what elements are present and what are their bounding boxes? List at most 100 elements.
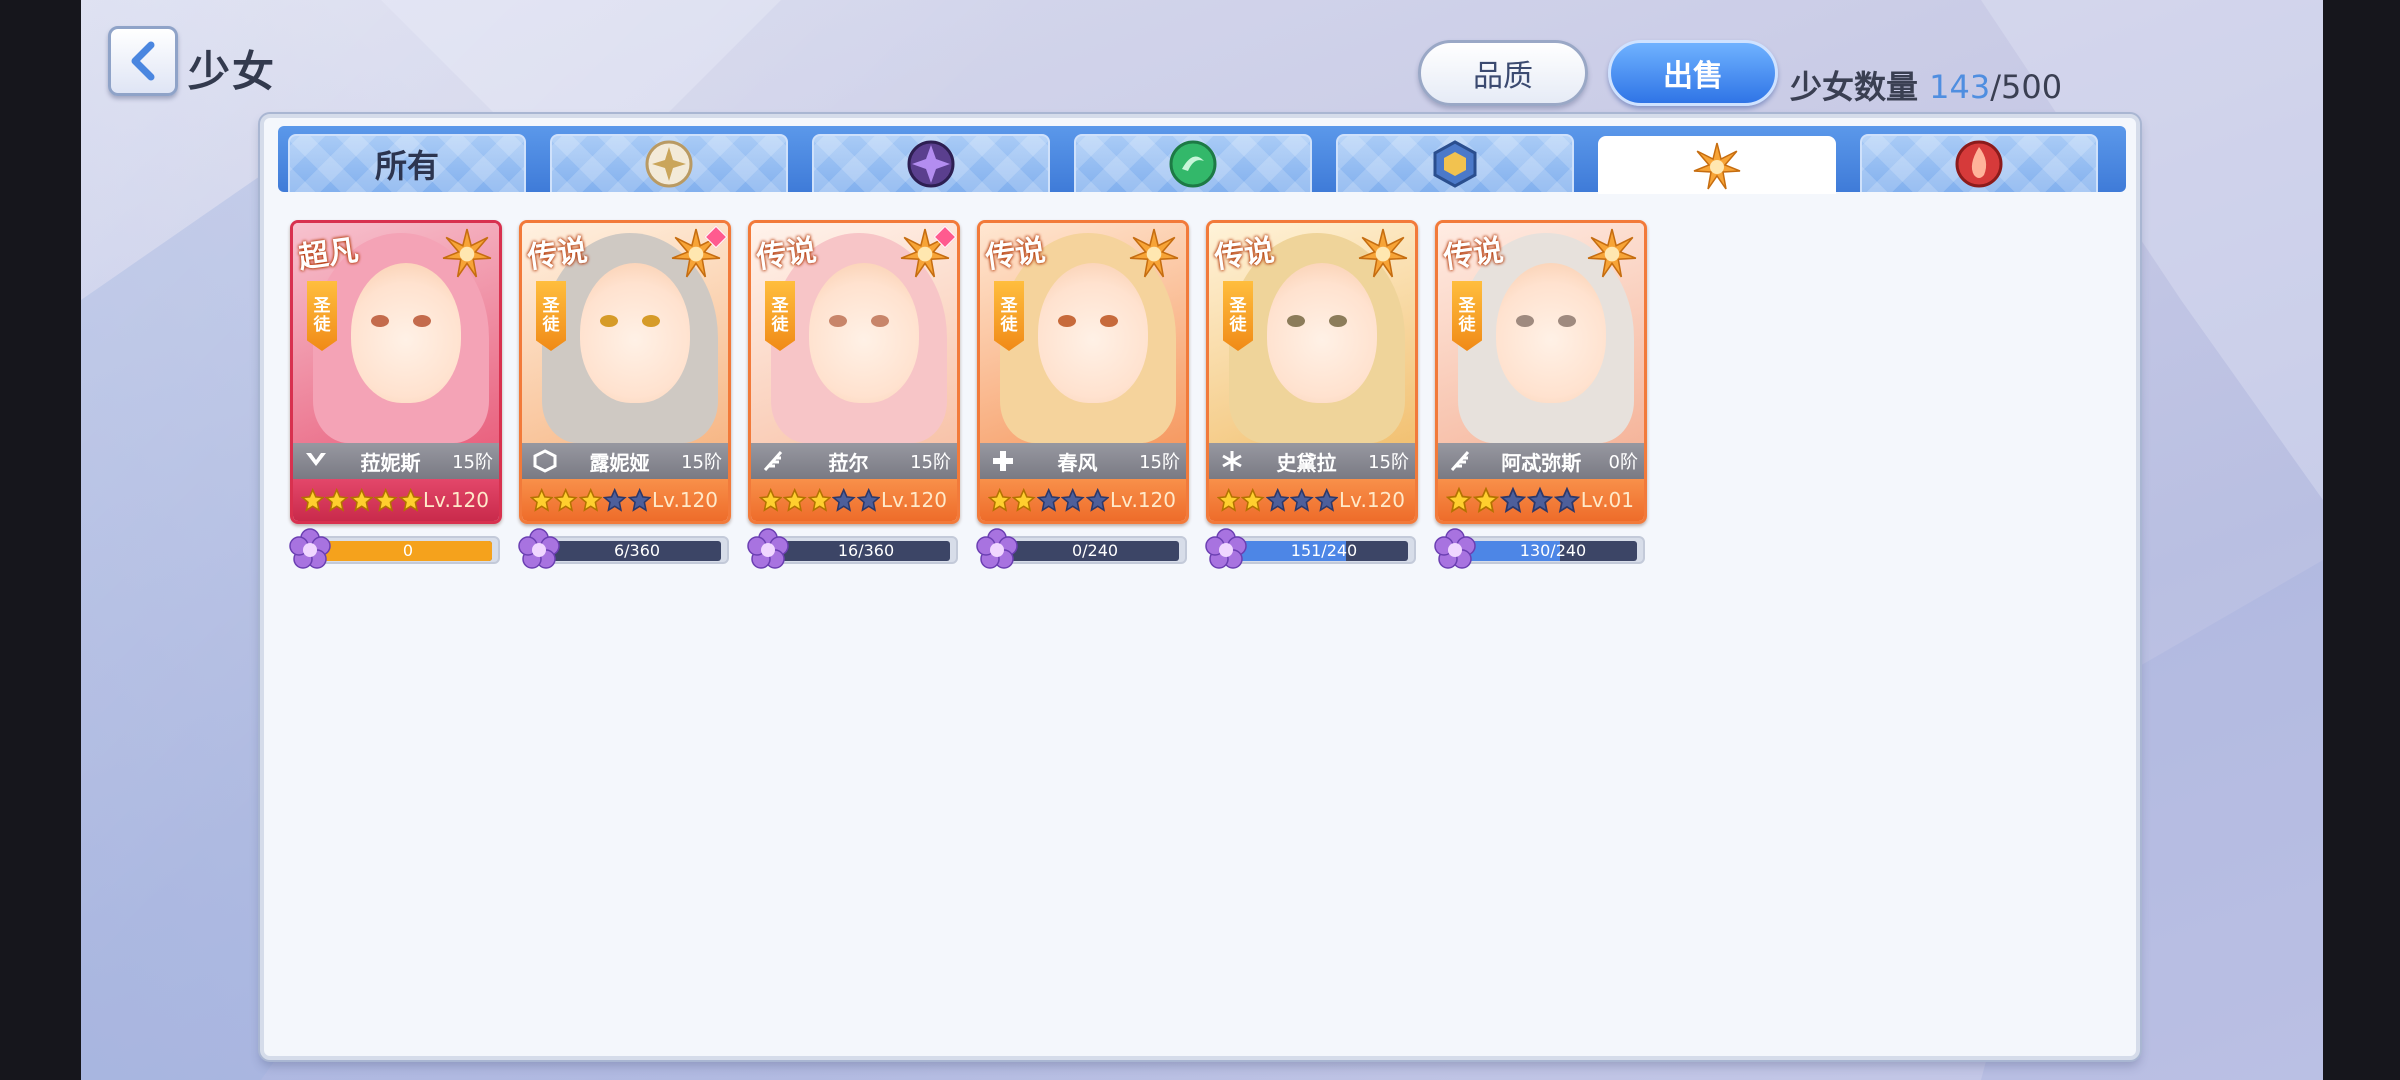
- character-name: 阿忒弥斯: [1501, 450, 1582, 475]
- rarity-badge: 传说: [983, 232, 1048, 276]
- tab-earth[interactable]: [1336, 134, 1574, 192]
- portrait-eye: [642, 315, 660, 327]
- tab-all-label: 所有: [374, 147, 439, 185]
- star-empty-icon: [627, 487, 652, 512]
- chevron-left-icon: [131, 41, 155, 81]
- class-tag: 圣徒: [994, 281, 1024, 351]
- star-bar: Lv.120: [980, 479, 1186, 521]
- character-card[interactable]: 传说 圣徒 菈尔 15阶 Lv.120: [748, 220, 960, 524]
- holy-element-icon: [1587, 228, 1637, 278]
- character-level: Lv.01: [1580, 488, 1634, 512]
- character-level: Lv.120: [881, 488, 947, 512]
- portrait-eye: [829, 315, 847, 327]
- star-empty-icon: [1553, 486, 1580, 514]
- tab-fire[interactable]: [1860, 134, 2098, 192]
- star-empty-icon: [1499, 486, 1526, 514]
- star-filled-icon: [759, 487, 783, 512]
- star-filled-icon: [374, 487, 398, 512]
- star-filled-icon: [1241, 487, 1265, 512]
- class-tag-char: 徒: [542, 315, 560, 335]
- character-card[interactable]: 传说 圣徒 阿忒弥斯 0阶 Lv.01: [1435, 220, 1647, 524]
- shard-progress-text: 0/240: [1071, 541, 1119, 560]
- character-stage: 0阶: [1608, 452, 1638, 473]
- star-empty-icon: [856, 487, 881, 512]
- wing-icon: [306, 453, 326, 466]
- rarity-badge: 传说: [1212, 232, 1277, 276]
- left-screen-border: [0, 0, 81, 1080]
- shard-progress-text: 130/240: [1519, 541, 1587, 560]
- star-empty-icon: [1290, 487, 1314, 512]
- shard-progress-text: 0: [402, 541, 414, 560]
- shield-icon: [533, 449, 557, 473]
- sell-button[interactable]: 出售: [1608, 40, 1778, 106]
- character-name: 史黛拉: [1276, 450, 1337, 475]
- star-filled-icon: [1012, 487, 1036, 512]
- star-filled-icon: [988, 487, 1012, 512]
- class-tag: 圣徒: [536, 281, 566, 351]
- character-level: Lv.120: [1110, 488, 1176, 512]
- star-empty-icon: [1036, 487, 1061, 512]
- girl-count-label: 少女数量: [1790, 68, 1919, 106]
- right-screen-border: [2323, 0, 2400, 1080]
- character-stage: 15阶: [452, 452, 493, 473]
- class-tag: 圣徒: [1452, 281, 1482, 351]
- star-filled-icon: [1472, 486, 1499, 514]
- character-card[interactable]: 超凡 圣徒 菈妮斯 15阶 Lv.120: [290, 220, 502, 524]
- earth-element-icon: [1433, 140, 1477, 188]
- character-level: Lv.120: [1339, 488, 1405, 512]
- portrait-eye: [1558, 315, 1576, 327]
- class-tag-char: 圣: [1458, 296, 1476, 316]
- quality-sort-label: 品质: [1473, 59, 1533, 94]
- flower-shard-icon: [976, 528, 1018, 569]
- class-tag-char: 圣: [1229, 296, 1247, 316]
- character-card[interactable]: 传说 圣徒 史黛拉 15阶 Lv.120: [1206, 220, 1418, 524]
- class-tag-char: 徒: [1000, 315, 1018, 335]
- girl-count-max: 500: [2001, 68, 2063, 106]
- star-filled-icon: [578, 487, 603, 512]
- flower-shard-icon: [289, 528, 331, 569]
- snowflake-icon: [1222, 451, 1242, 471]
- sell-label: 出售: [1663, 59, 1723, 94]
- flower-shard-icon: [747, 528, 789, 569]
- portrait-eye: [371, 315, 389, 327]
- shard-progress-text: 151/240: [1290, 541, 1358, 560]
- feather-icon: [1450, 451, 1470, 471]
- flower-shard-icon: [1205, 528, 1247, 569]
- back-button[interactable]: [108, 26, 178, 96]
- class-tag-char: 徒: [1458, 315, 1476, 335]
- girl-count-separator: /: [1990, 68, 2002, 106]
- character-card[interactable]: 传说 圣徒 露妮娅 15阶 Lv.120: [519, 220, 731, 524]
- star-bar: Lv.120: [751, 479, 957, 521]
- tab-dark[interactable]: [812, 134, 1050, 192]
- star-bar: Lv.120: [1209, 479, 1415, 521]
- character-card[interactable]: 传说 圣徒 春风 15阶 Lv.120: [977, 220, 1189, 524]
- girl-count-current: 143: [1929, 68, 1991, 106]
- holy-element-icon: [442, 228, 492, 278]
- shard-progress: 0/240: [975, 528, 1189, 569]
- tab-holy[interactable]: [1598, 136, 1836, 194]
- tab-wind[interactable]: [1074, 134, 1312, 192]
- dark-element-icon: [907, 140, 955, 188]
- star-filled-icon: [398, 487, 423, 512]
- rarity-badge: 超凡: [296, 232, 361, 276]
- star-filled-icon: [325, 487, 349, 512]
- star-bar: Lv.01: [1438, 479, 1644, 521]
- holy-element-icon: [1693, 142, 1741, 190]
- character-name: 菈妮斯: [360, 450, 421, 475]
- shard-progress: 0: [288, 528, 502, 569]
- portrait-eye: [600, 315, 618, 327]
- tab-light[interactable]: [550, 134, 788, 192]
- quality-sort-button[interactable]: 品质: [1418, 40, 1588, 106]
- class-tag: 圣徒: [1223, 281, 1253, 351]
- fire-element-icon: [1955, 140, 2003, 188]
- character-stage: 15阶: [1368, 452, 1409, 473]
- class-tag: 圣徒: [307, 281, 337, 351]
- character-level: Lv.120: [423, 488, 489, 512]
- character-name: 露妮娅: [589, 450, 650, 475]
- name-bar: 史黛拉 15阶: [1209, 443, 1415, 479]
- portrait-eye: [1100, 315, 1118, 327]
- tab-all[interactable]: 所有: [288, 134, 526, 192]
- star-empty-icon: [1085, 487, 1110, 512]
- shard-progress: 151/240: [1204, 528, 1418, 569]
- wind-element-icon: [1169, 140, 1217, 188]
